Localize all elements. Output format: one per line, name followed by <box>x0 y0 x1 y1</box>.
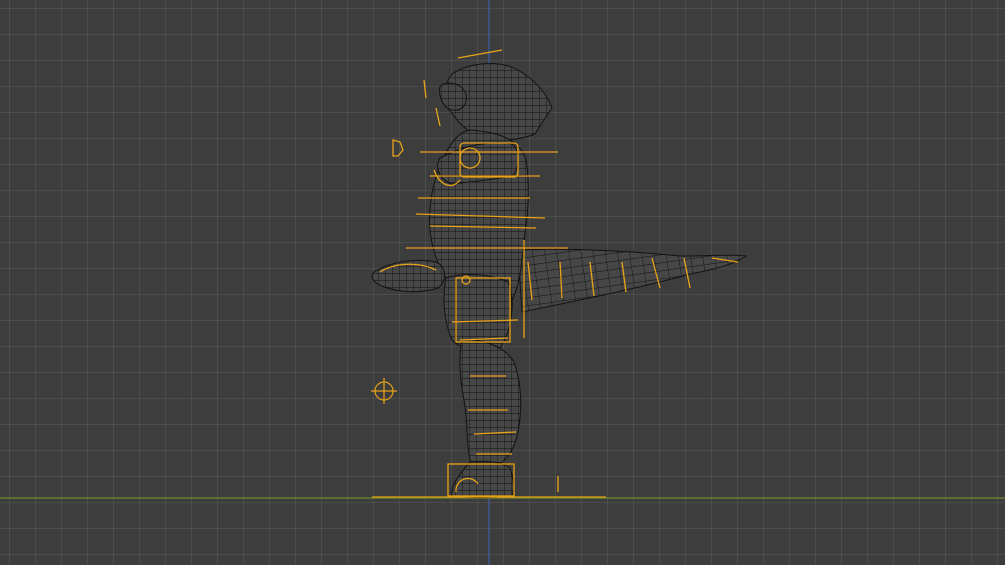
hand-ik-control[interactable] <box>392 139 404 157</box>
bone-face-marker-2[interactable] <box>435 107 441 127</box>
bone-head-fin[interactable] <box>457 49 503 59</box>
mesh-tail[interactable] <box>517 248 748 313</box>
3d-cursor-icon[interactable] <box>371 378 397 404</box>
creature-mesh[interactable] <box>371 63 748 498</box>
mesh-foot[interactable] <box>451 460 514 498</box>
3d-viewport[interactable] <box>0 0 1005 565</box>
bone-face-marker[interactable] <box>423 79 427 99</box>
mesh-leg[interactable] <box>459 339 522 468</box>
mesh-hand[interactable] <box>371 259 445 293</box>
